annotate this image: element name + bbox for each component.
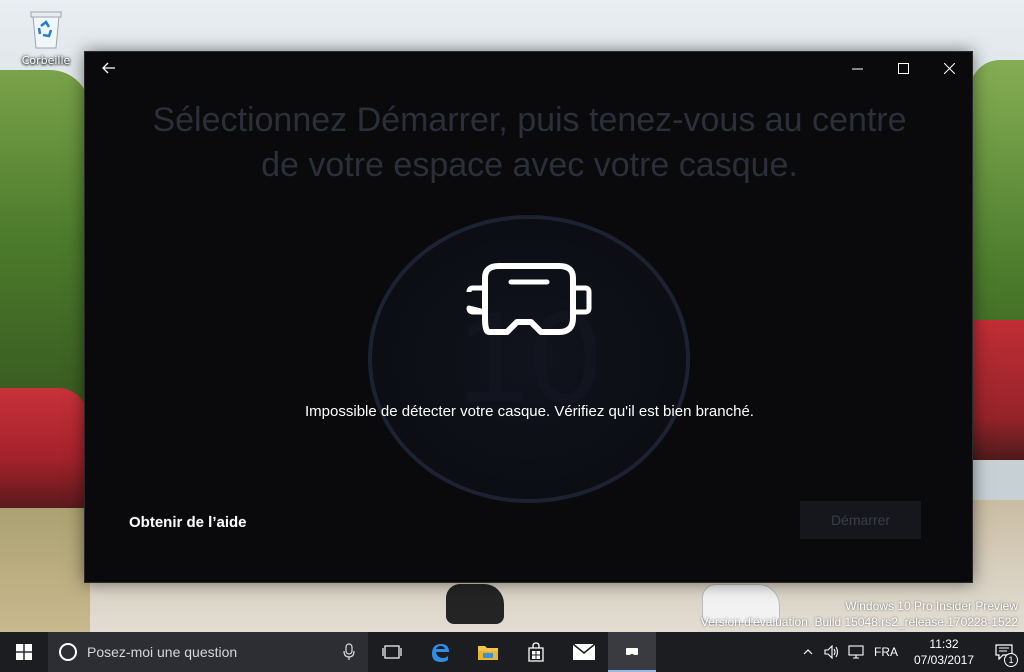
- back-arrow-icon: [102, 62, 115, 74]
- action-center-button[interactable]: 1: [984, 632, 1024, 672]
- close-button[interactable]: [926, 52, 972, 84]
- wallpaper-ground-left: [0, 500, 90, 632]
- wallpaper-corn-left: [0, 70, 90, 430]
- edge-browser-button[interactable]: [416, 632, 464, 672]
- clock-date: 07/03/2017: [913, 653, 975, 667]
- minimize-icon: [851, 68, 863, 69]
- start-button[interactable]: Démarrer: [800, 501, 921, 539]
- headset-icon: [459, 262, 599, 352]
- mixed-reality-portal-taskbar-button[interactable]: [608, 632, 656, 672]
- wallpaper-car-right: [970, 320, 1024, 460]
- notification-count-badge: 1: [1004, 653, 1018, 667]
- show-hidden-icons-button[interactable]: [796, 632, 820, 672]
- system-tray: FRA 11:32 07/03/2017 1: [796, 632, 1024, 672]
- task-view-button[interactable]: [368, 632, 416, 672]
- input-language-indicator[interactable]: FRA: [868, 645, 904, 659]
- os-watermark: Windows 10 Pro Insider Preview Version d…: [701, 598, 1018, 630]
- mixed-reality-portal-window: Sélectionnez Démarrer, puis tenez-vous a…: [84, 51, 973, 583]
- file-explorer-button[interactable]: [464, 632, 512, 672]
- taskbar: Posez-moi une question FRA 11:32 07/03/2…: [0, 632, 1024, 672]
- cortana-search-box[interactable]: Posez-moi une question: [48, 632, 368, 672]
- store-bag-icon: [528, 642, 544, 662]
- store-button[interactable]: [512, 632, 560, 672]
- headset-not-detected-message: Impossible de détecter votre casque. Vér…: [305, 403, 754, 420]
- maximize-icon: [897, 62, 909, 74]
- setup-instruction-heading: Sélectionnez Démarrer, puis tenez-vous a…: [152, 101, 907, 184]
- clock[interactable]: 11:32 07/03/2017: [904, 636, 984, 668]
- get-help-link[interactable]: Obtenir de l’aide: [129, 514, 247, 531]
- back-button[interactable]: [93, 52, 125, 84]
- folder-icon: [478, 646, 498, 660]
- search-placeholder: Posez-moi une question: [87, 644, 238, 660]
- close-icon: [943, 62, 955, 74]
- minimize-button[interactable]: [834, 52, 880, 84]
- task-view-icon: [382, 645, 402, 659]
- wallpaper-car-left: [0, 388, 88, 508]
- edge-icon: [432, 644, 449, 662]
- speaker-icon: [824, 645, 839, 659]
- watermark-edition: Windows 10 Pro Insider Preview: [845, 599, 1018, 613]
- windows-logo-icon: [16, 644, 32, 660]
- title-bar[interactable]: [85, 52, 972, 84]
- cortana-icon: [59, 643, 77, 661]
- clock-time: 11:32: [929, 637, 959, 651]
- window-controls: [834, 52, 972, 84]
- chevron-up-icon: [803, 649, 813, 655]
- network-icon: [848, 645, 864, 659]
- recycle-bin-shortcut[interactable]: Corbeille: [16, 8, 76, 74]
- headset-small-icon: [626, 648, 638, 655]
- start-menu-button[interactable]: [0, 632, 48, 672]
- wallpaper-shoe-left: [446, 584, 504, 624]
- recycle-bin-icon: [27, 8, 65, 50]
- volume-button[interactable]: [820, 632, 844, 672]
- network-button[interactable]: [844, 632, 868, 672]
- maximize-button[interactable]: [880, 52, 926, 84]
- mail-icon: [572, 643, 596, 660]
- microphone-icon[interactable]: [342, 643, 356, 661]
- recycle-bin-label: Corbeille: [21, 54, 71, 67]
- mail-button[interactable]: [560, 632, 608, 672]
- watermark-build: Version d'évaluation. Build 15048.rs2_re…: [700, 615, 1018, 629]
